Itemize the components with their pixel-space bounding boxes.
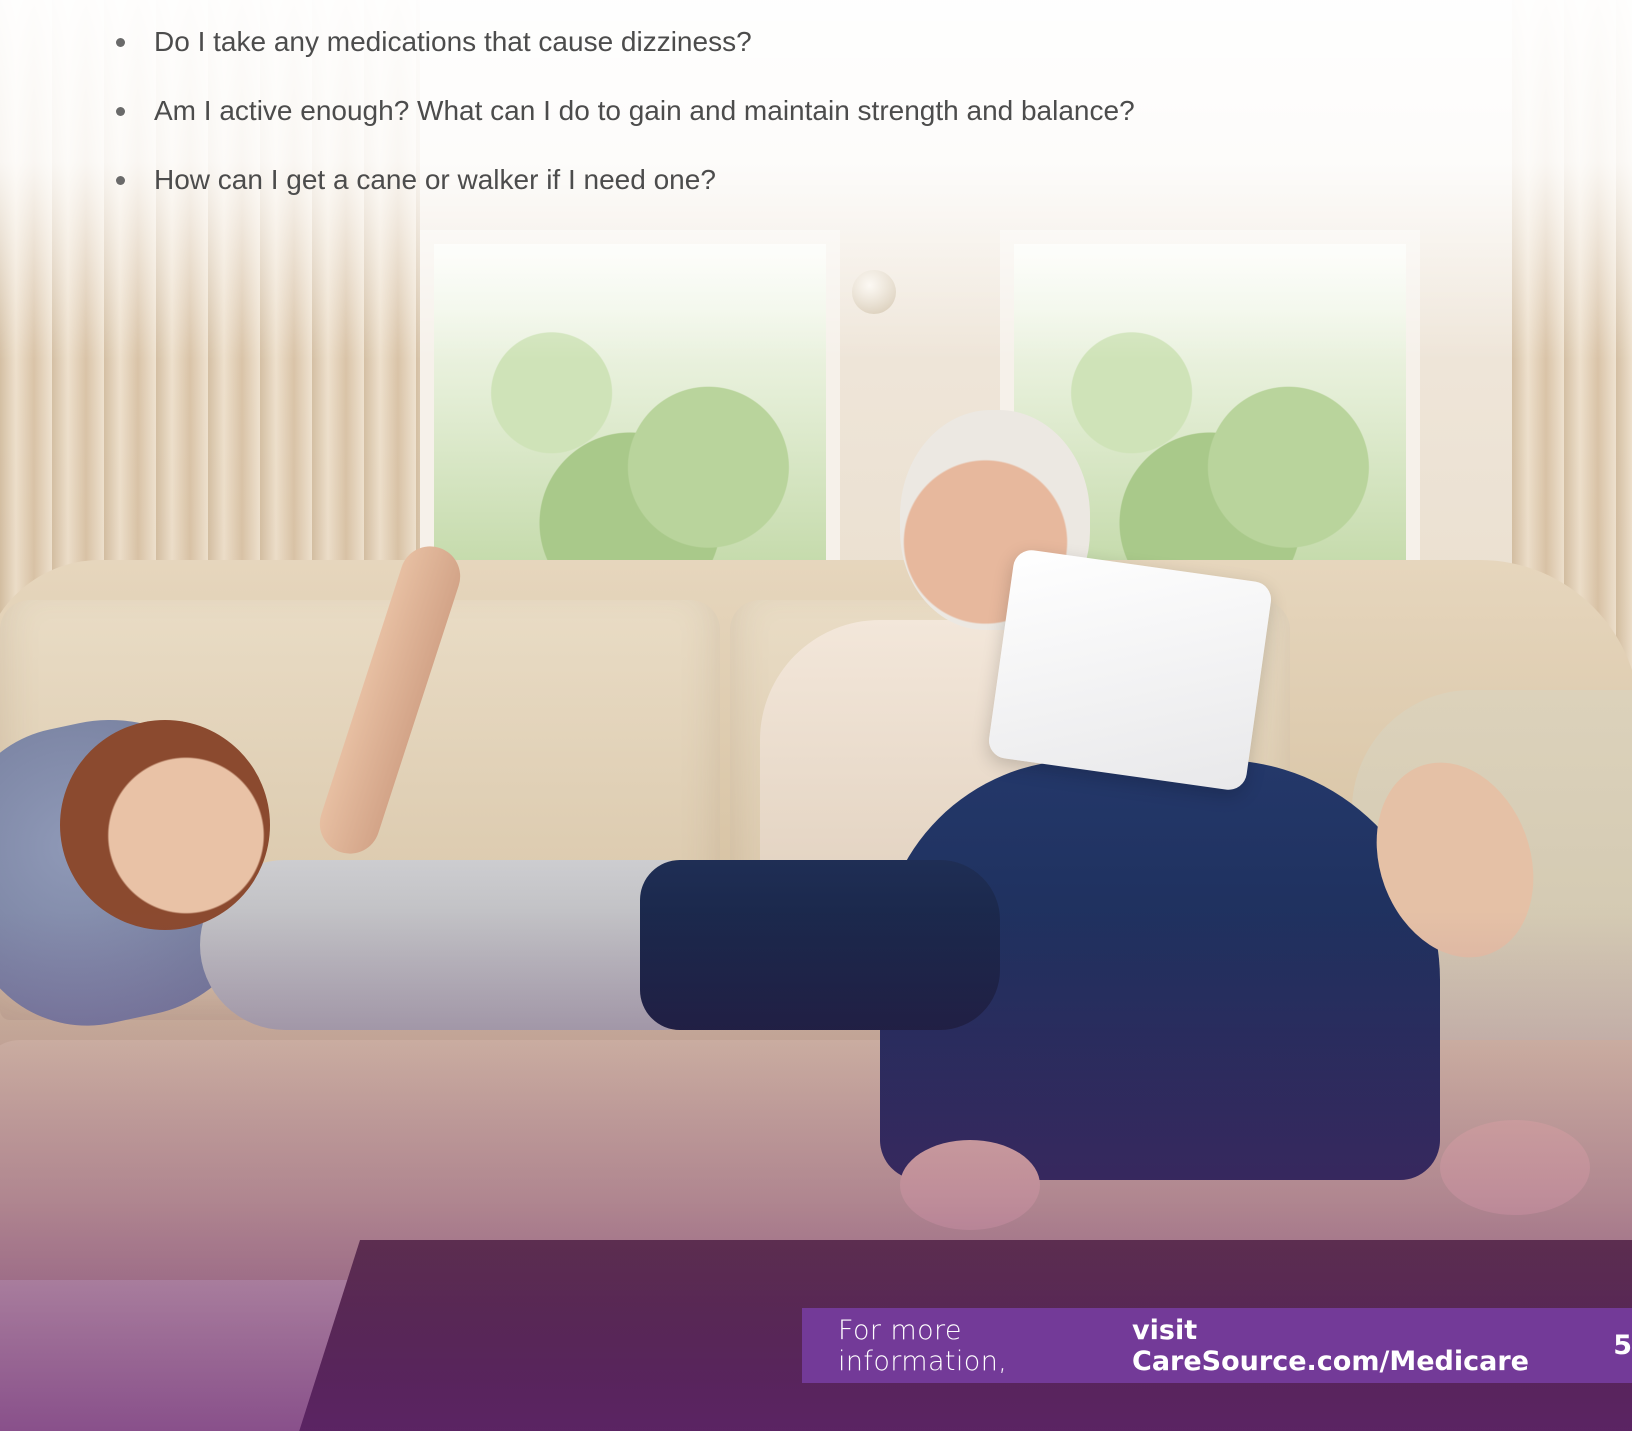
girl-head [60,720,270,930]
footer-lead-text: For more information, [838,1314,1008,1377]
list-item: Am I active enough? What can I do to gai… [110,93,1135,129]
list-item-text: Am I active enough? What can I do to gai… [154,95,1135,126]
list-item-text: How can I get a cane or walker if I need… [154,164,716,195]
bullet-icon [116,176,125,185]
question-list: Do I take any medications that cause diz… [110,24,1135,231]
footer-link[interactable]: visit CareSource.com/Medicare [1132,1315,1575,1377]
bullet-icon [116,38,125,47]
tablet [986,547,1274,793]
bullet-icon [116,107,125,116]
list-item-text: Do I take any medications that cause diz… [154,26,752,57]
page-number: 5 [1613,1330,1632,1361]
list-item: How can I get a cane or walker if I need… [110,162,1135,198]
footer-bar: For more information, visit CareSource.c… [802,1308,1632,1383]
list-item: Do I take any medications that cause diz… [110,24,1135,60]
